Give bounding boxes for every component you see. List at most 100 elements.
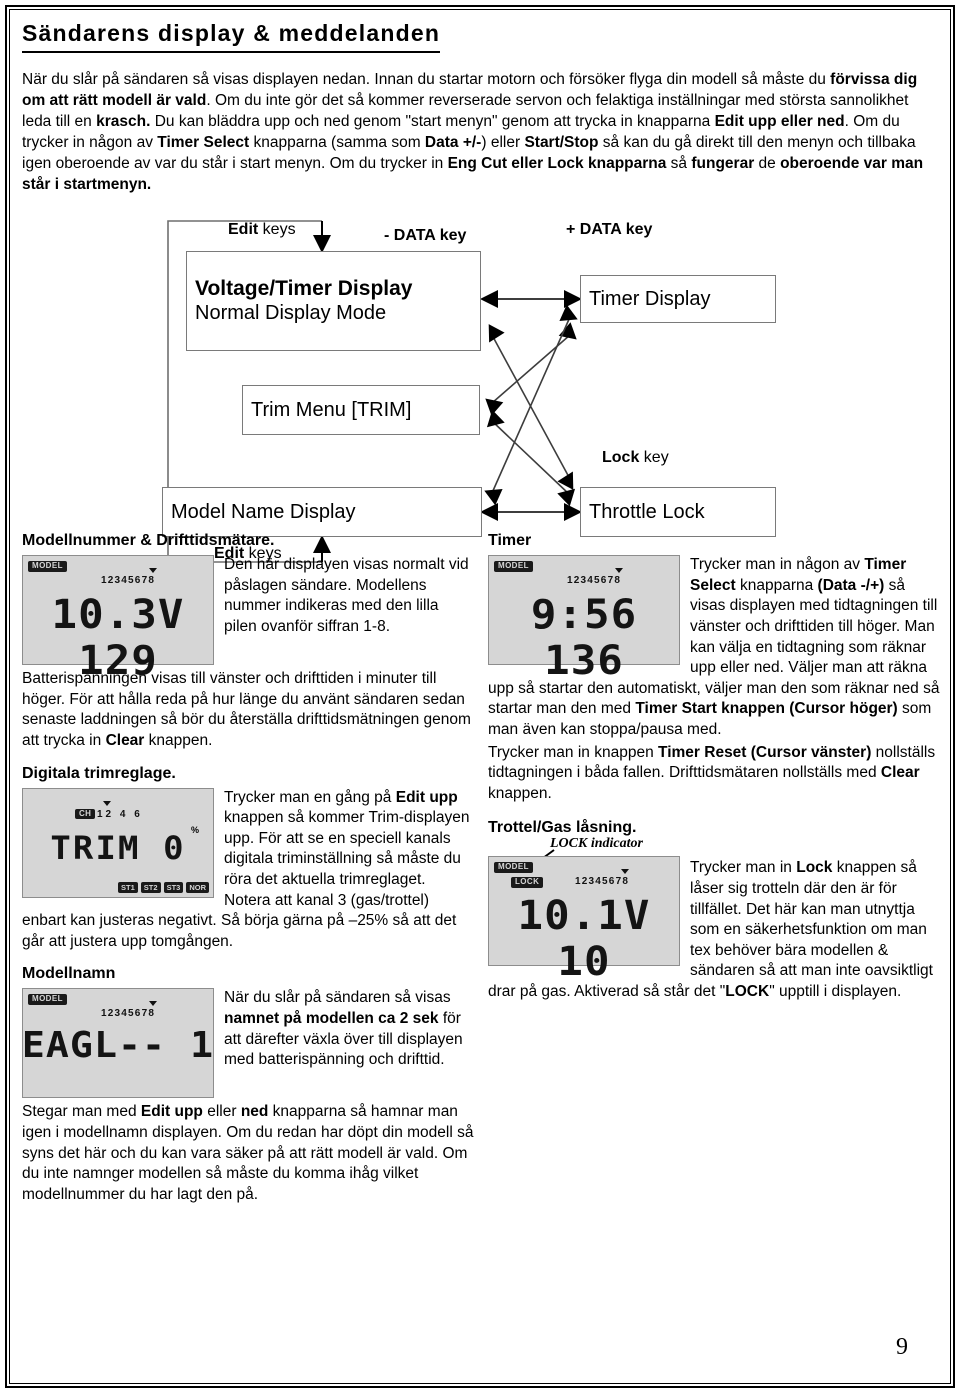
lcd-channel-numbers: 12345678 <box>101 575 156 587</box>
diagram-label-edit-bold-top: Edit <box>228 221 259 239</box>
lcd-display-voltage-runtime: MODEL 12345678 10.3V 129 <box>22 555 214 684</box>
section-title-model-number: Modellnummer & Drifttidsmätare. <box>22 532 275 550</box>
section-title-throttle-lock: Trottel/Gas låsning. <box>488 819 637 837</box>
lcd-value-throttle-lock: 10.1V 10 <box>517 893 651 986</box>
text-modelname-bold: namnet på modellen ca 2 sek <box>224 1009 439 1027</box>
text-battery-2: knappen. <box>144 731 213 749</box>
diagram-box-trim-menu[interactable]: Trim Menu [TRIM] <box>242 385 480 436</box>
intro-text-5: knapparna (samma som <box>249 133 425 151</box>
diagram-box-voltage-timer-display[interactable]: Voltage/Timer Display Normal Display Mod… <box>186 251 481 352</box>
text-edit-upp-bold-2: Edit upp <box>140 1103 203 1121</box>
text-modelname-1: När du slår på sändaren så visas <box>224 989 451 1007</box>
text-timer-reset-bold: Timer Reset (Cursor vänster) <box>658 743 872 761</box>
text-timer-2: knapparna <box>735 576 818 594</box>
lcd-display-model-name: MODEL 12345678 EAGL-- 1 <box>22 988 214 1099</box>
intro-text-6: ) eller <box>481 133 525 151</box>
text-stepping-2: eller <box>202 1103 241 1121</box>
lcd-value-trim: TRIM 0 <box>50 828 186 867</box>
diagram-label-edit-keys-top: Edit keys <box>228 221 296 239</box>
text-reset-3: knappen. <box>488 784 552 802</box>
diagram-box-label-voltage-line2: Normal Display Mode <box>195 301 387 324</box>
lcd-value-model-name: EAGL-- 1 <box>21 1025 215 1067</box>
section-title-model-name: Modellnamn <box>22 965 116 983</box>
text-timer-start-bold: Timer Start knappen (Cursor höger) <box>635 700 898 718</box>
intro-bold-4: Timer Select <box>157 133 250 151</box>
text-lock-bold-2: LOCK <box>725 983 770 1001</box>
intro-text-8: så <box>666 154 692 172</box>
diagram-label-data-plus-key: + DATA key <box>566 221 653 239</box>
diagram-label-lock-key: Lock key <box>602 449 669 467</box>
lcd-model-pointer-icon-2 <box>149 1001 157 1007</box>
lcd-status-st1: ST1 <box>118 881 138 893</box>
intro-bold-8: fungerar <box>691 154 755 172</box>
diagram-box-label-throttle-lock: Throttle Lock <box>589 500 705 523</box>
lcd-trim-pointer-icon <box>103 800 111 806</box>
diagram-box-label-trim: Trim Menu [TRIM] <box>251 398 412 421</box>
text-lock-bold: Lock <box>796 859 833 877</box>
section-title-timer: Timer <box>488 532 532 550</box>
lcd-channel-numbers-2: 12345678 <box>101 1008 156 1020</box>
intro-bold-2: krasch. <box>96 112 151 130</box>
intro-bold-5: Data +/- <box>424 133 482 151</box>
lcd-lock-callout-label: LOCK indicator <box>550 836 643 852</box>
lcd-lock-wrapper: LOCK indicator MODEL LOCK 12345678 10.1V… <box>488 836 680 985</box>
diagram-box-label-timer: Timer Display <box>589 287 711 310</box>
intro-bold-6: Start/Stop <box>524 133 599 151</box>
intro-bold-3: Edit upp eller ned <box>714 112 845 130</box>
lcd-percent-symbol: % <box>190 824 199 835</box>
lcd-status-nor: NOR <box>186 881 209 893</box>
text-lock-1: Trycker man in <box>690 859 797 877</box>
diagram-label-keys-top: keys <box>258 221 296 239</box>
text-lock-3: " upptill i displayen. <box>769 983 902 1001</box>
lcd-status-st3: ST3 <box>163 881 184 893</box>
diagram-box-label-voltage-line1: Voltage/Timer Display <box>195 277 413 301</box>
diagram-label-lock-bold: Lock <box>602 449 640 467</box>
paragraph-timer-reset: Trycker man in knappen Timer Reset (Curs… <box>488 743 940 805</box>
left-column: Modellnummer & Drifttidsmätare. MODEL 12… <box>22 531 474 1205</box>
lcd-badge-model-lock: MODEL <box>494 862 533 874</box>
lcd-badge-model: MODEL <box>28 561 67 572</box>
text-trim-1: Trycker man en gång på <box>224 788 396 806</box>
diagram-box-throttle-lock[interactable]: Throttle Lock <box>580 487 776 538</box>
right-column: Timer MODEL 12345678 9:56 136 Trycker ma… <box>488 531 940 1003</box>
lcd-status-st2: ST2 <box>140 881 161 893</box>
diagram-box-label-model-name: Model Name Display <box>171 500 356 523</box>
intro-bold-7: Eng Cut eller Lock knapparna <box>447 154 667 172</box>
diagram-box-timer-display[interactable]: Timer Display <box>580 275 776 324</box>
lcd-value-voltage-runtime: 10.3V 129 <box>51 592 185 685</box>
intro-paragraph: När du slår på sändaren så visas display… <box>22 69 940 195</box>
page-number: 9 <box>896 1334 908 1360</box>
lcd-display-throttle-lock: MODEL LOCK 12345678 10.1V 10 <box>488 856 680 985</box>
text-timer-1: Trycker man in någon av <box>690 556 865 574</box>
diagram-box-model-name-display[interactable]: Model Name Display <box>162 487 482 538</box>
text-ned-bold: ned <box>240 1103 269 1121</box>
lcd-display-trim: CH 12 4 6 TRIM 0 % ST1 ST2 ST3 NOR <box>22 787 214 898</box>
paragraph-model-name-stepping: Stegar man med Edit upp eller ned knappa… <box>22 1102 474 1205</box>
lcd-model-pointer-icon <box>149 568 157 574</box>
lcd-trim-channel-numbers: 12 4 6 <box>97 808 143 820</box>
intro-text-9: de <box>754 154 781 172</box>
lcd-badge-model-timer: MODEL <box>494 561 533 572</box>
lcd-channel-numbers-timer: 12345678 <box>567 575 622 587</box>
page-content: Sändarens display & meddelanden När du s… <box>22 20 940 1375</box>
text-edit-upp-bold: Edit upp <box>395 788 458 806</box>
diagram-label-key-thin: key <box>639 449 669 467</box>
section-title-digital-trim: Digitala trimreglage. <box>22 764 176 782</box>
lcd-badge-model-2: MODEL <box>28 994 67 1006</box>
page-title: Sändarens display & meddelanden <box>22 20 441 53</box>
lcd-channel-numbers-lock: 12345678 <box>575 876 630 888</box>
text-reset-1: Trycker man in knappen <box>488 743 659 761</box>
lcd-badge-lock: LOCK <box>511 877 544 889</box>
text-clear-bold: Clear <box>105 731 145 749</box>
text-stepping-1: Stegar man med <box>22 1103 141 1121</box>
intro-text-3: Du kan bläddra upp och ned genom "start … <box>150 112 715 130</box>
intro-text-1: När du slår på sändaren så visas display… <box>22 70 831 88</box>
lcd-value-timer: 9:56 136 <box>530 592 638 685</box>
diagram-label-data-minus-key: - DATA key <box>384 227 467 245</box>
lcd-badge-ch: CH <box>75 808 96 820</box>
lcd-status-bar: ST1 ST2 ST3 NOR <box>118 881 209 893</box>
text-clear-bold-2: Clear <box>880 764 920 782</box>
text-data-bold: (Data -/+) <box>817 576 885 594</box>
lcd-model-pointer-icon-timer <box>615 568 623 574</box>
menu-flow-diagram: Voltage/Timer Display Normal Display Mod… <box>22 207 940 563</box>
